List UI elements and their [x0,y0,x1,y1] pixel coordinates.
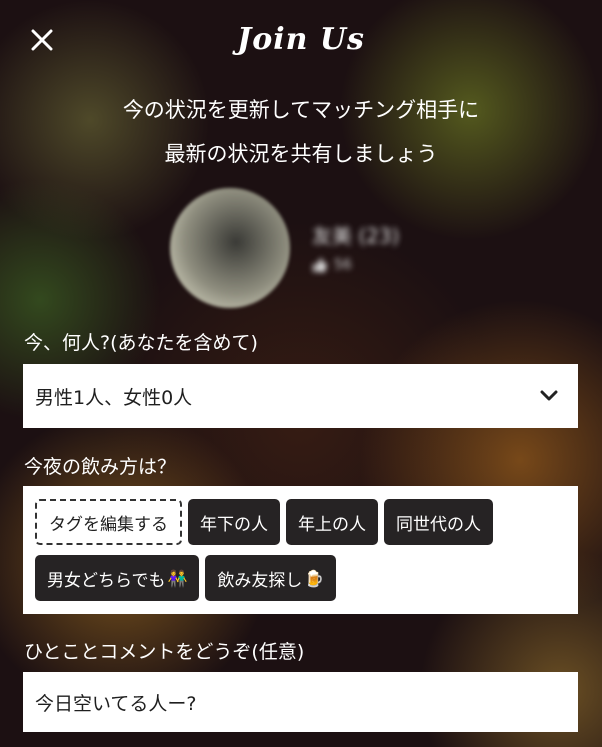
thumbs-up-icon [313,258,327,272]
subtitle-line-2: 最新の状況を共有しましょう [164,142,438,166]
profile-name: 友美 (23) [312,224,400,248]
tag-same-age[interactable]: 同世代の人 [384,499,493,545]
tag-panel: タグを編集する 年下の人 年上の人 同世代の人 男女どちらでも 👫 飲み友探し … [23,486,578,614]
tag-any-gender-label: 男女どちらでも [47,570,166,591]
tag-drinking-buddy[interactable]: 飲み友探し 🍺 [205,555,337,601]
drinking-style-label: 今夜の飲み方は？ [24,456,177,478]
profile-info: 友美 (23) 56 [312,220,399,273]
page-title: Join Us [237,22,365,57]
people-select-value: 男性1人、女性0人 [35,386,193,409]
couple-icon: 👫 [167,568,188,588]
comment-input[interactable]: 今日空いてる人ー? [23,672,578,732]
chevron-down-icon [540,390,558,401]
subtitle-line-1: 今の状況を更新してマッチング相手に [122,98,480,122]
profile-meta: 56 [312,257,399,273]
subtitle: 今の状況を更新してマッチング相手に 最新の状況を共有しましょう [0,88,602,176]
profile-meta-value: 56 [334,257,352,273]
comment-label: ひとことコメントをどうぞ(任意) [24,641,305,663]
tag-older[interactable]: 年上の人 [286,499,378,545]
edit-tags-button[interactable]: タグを編集する [35,499,182,545]
tag-any-gender[interactable]: 男女どちらでも 👫 [35,555,200,601]
tag-row-2: 男女どちらでも 👫 飲み友探し 🍺 [35,555,568,601]
people-select[interactable]: 男性1人、女性0人 [23,364,578,428]
tag-row-1: タグを編集する 年下の人 年上の人 同世代の人 [35,499,568,545]
people-label: 今、何人?(あなたを含めて) [24,332,258,354]
beer-icon: 🍺 [304,568,325,588]
tag-drinking-buddy-label: 飲み友探し [217,570,303,591]
tag-younger[interactable]: 年下の人 [188,499,280,545]
avatar [170,188,290,308]
